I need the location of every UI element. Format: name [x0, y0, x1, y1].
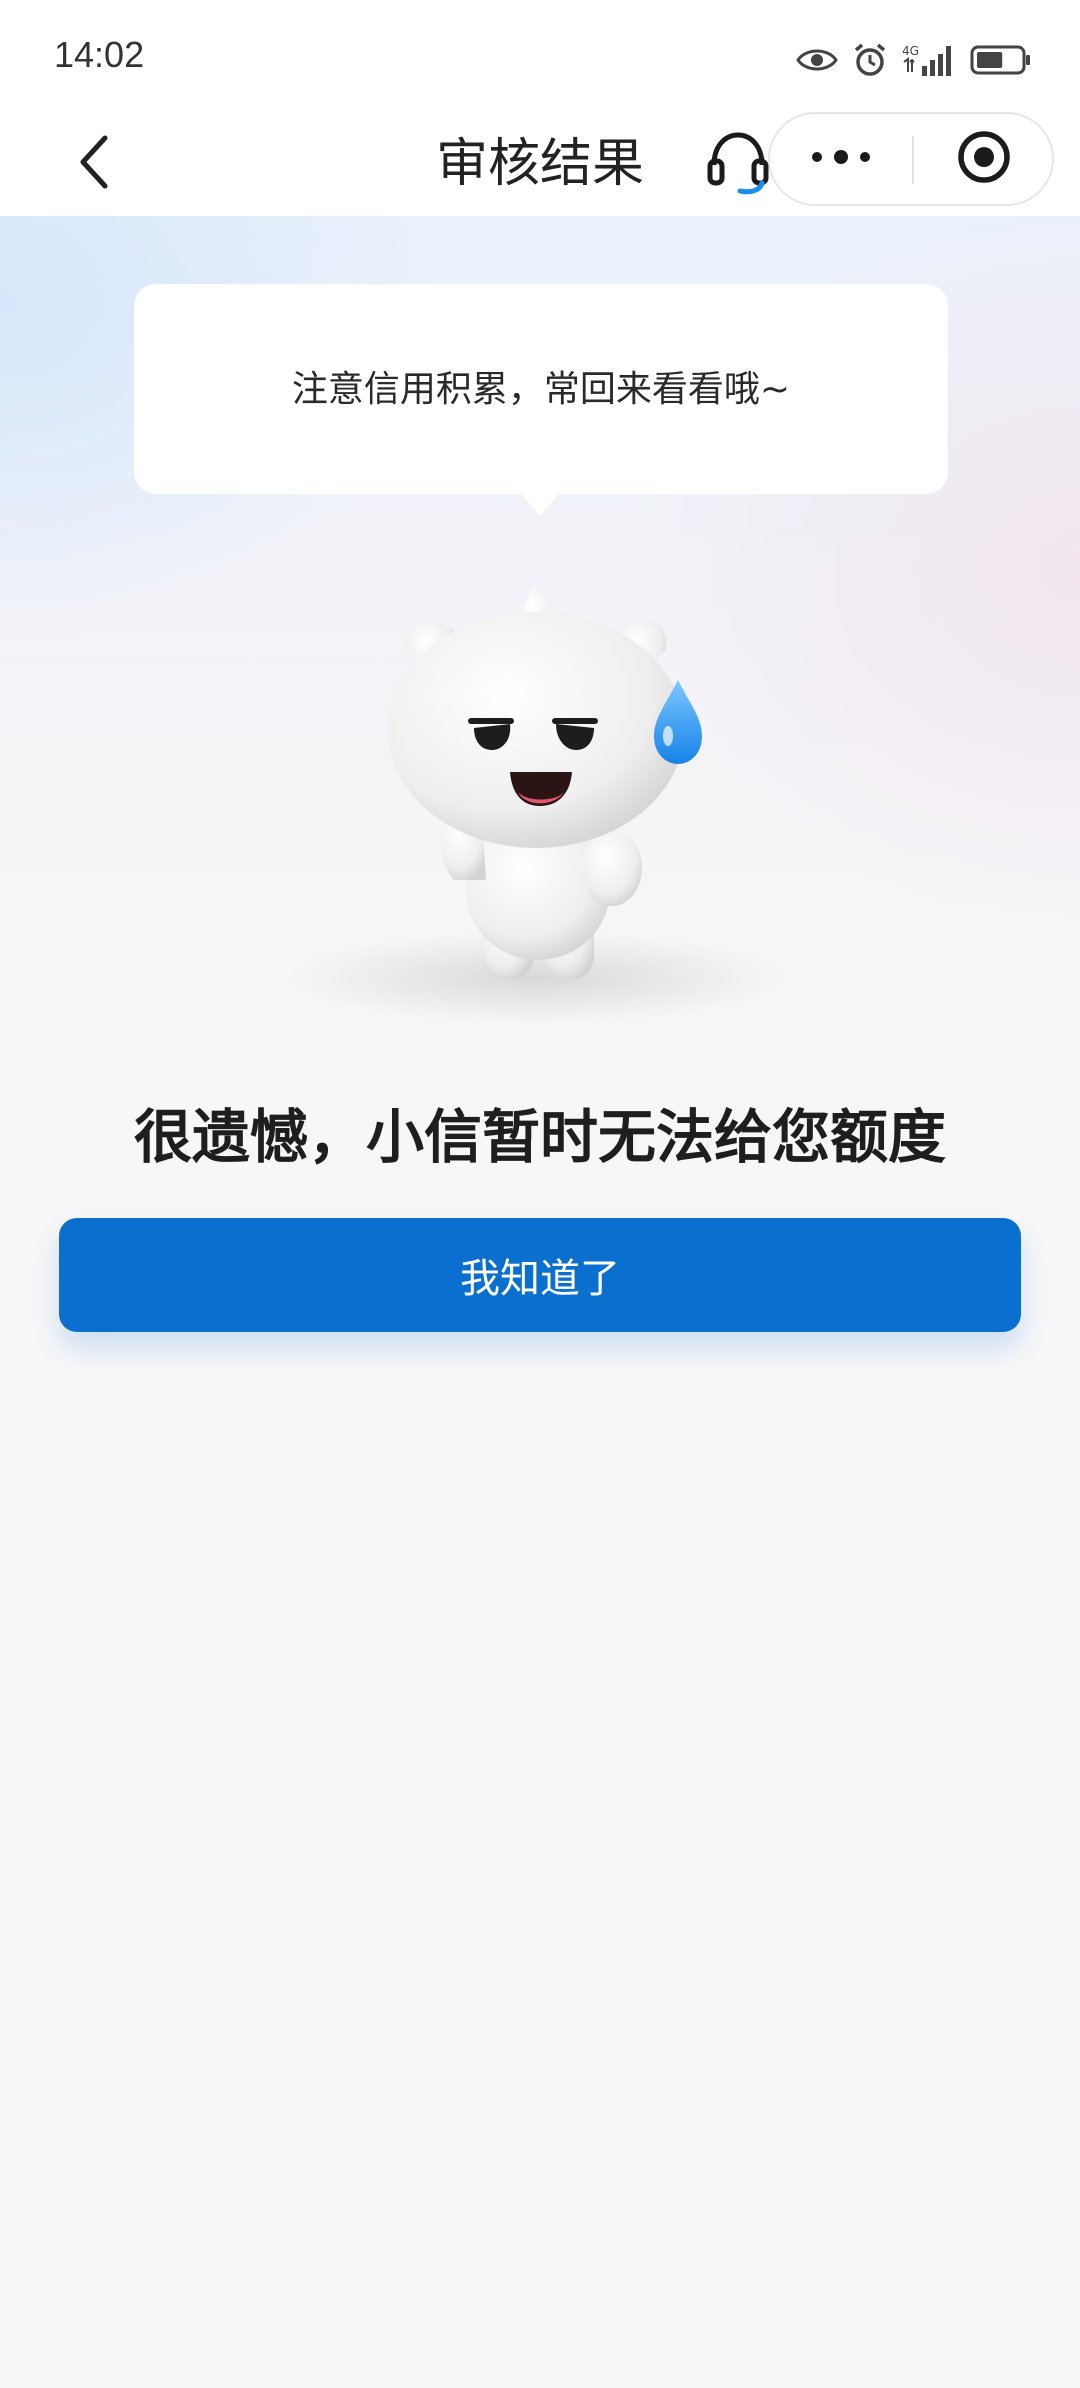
customer-service-button[interactable]: [700, 126, 776, 202]
speech-bubble-tail: [518, 490, 562, 516]
more-button[interactable]: [770, 114, 912, 204]
more-dots-icon: [809, 149, 873, 169]
eye-icon: [796, 45, 838, 75]
mascot-illustration: [286, 560, 796, 1030]
mini-program-capsule: [768, 112, 1054, 206]
alarm-icon: [852, 42, 888, 78]
status-bar: 14:02 4G: [0, 0, 1080, 112]
bubble-text: 注意信用积累，常回来看看哦~: [291, 369, 791, 410]
headset-icon: [706, 129, 770, 199]
network-label: 4G: [902, 44, 919, 58]
confirm-button[interactable]: 我知道了: [59, 1218, 1021, 1332]
close-mini-program-button[interactable]: [914, 114, 1054, 204]
result-title: 很遗憾，小信暂时无法给您额度: [133, 1103, 946, 1171]
status-time: 14:02: [54, 34, 145, 75]
nav-bar: 审核结果: [0, 112, 1080, 216]
status-icons: 4G: [796, 38, 1032, 82]
signal-icon: 4G: [902, 42, 956, 78]
battery-icon: [970, 44, 1032, 76]
speech-bubble: 注意信用积累，常回来看看哦~: [134, 284, 948, 494]
target-close-icon: [956, 129, 1012, 189]
